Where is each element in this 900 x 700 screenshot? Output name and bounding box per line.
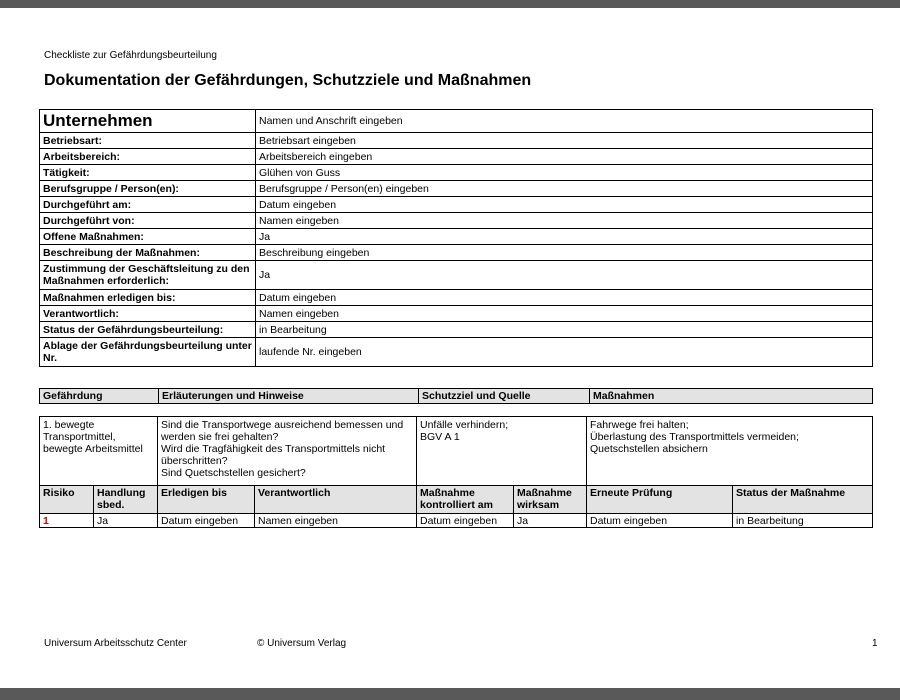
header-effective: Maßnahme wirksam: [513, 485, 587, 514]
info-label: Zustimmung der Geschäftsleitung zu den M…: [39, 260, 256, 290]
info-value[interactable]: Namen eingeben: [255, 305, 873, 322]
company-row: Unternehmen Namen und Anschrift eingeben: [39, 109, 873, 133]
info-row: Betriebsart: Betriebsart eingeben: [39, 132, 873, 149]
section-header-row: Gefährdung Erläuterungen und Hinweise Sc…: [39, 388, 873, 404]
info-value[interactable]: Datum eingeben: [255, 196, 873, 213]
info-row: Verantwortlich: Namen eingeben: [39, 305, 873, 322]
info-value[interactable]: Glühen von Guss: [255, 164, 873, 181]
hazard-name: 1. bewegte Transportmittel, bewegte Arbe…: [39, 416, 158, 486]
info-label: Arbeitsbereich:: [39, 148, 256, 165]
document-header: Checkliste zur Gefährdungsbeurteilung: [44, 50, 217, 61]
header-goal: Schutzziel und Quelle: [418, 388, 590, 404]
risk-value[interactable]: 1: [39, 513, 94, 528]
footer-left: Universum Arbeitsschutz Center: [44, 638, 187, 649]
header-measures: Maßnahmen: [589, 388, 873, 404]
info-value[interactable]: Betriebsart eingeben: [255, 132, 873, 149]
info-label: Offene Maßnahmen:: [39, 228, 256, 245]
header-action-needed: Handlung sbed.: [93, 485, 158, 514]
company-value[interactable]: Namen und Anschrift eingeben: [255, 109, 873, 133]
header-due-date: Erledigen bis: [157, 485, 255, 514]
section-header-table: Gefährdung Erläuterungen und Hinweise Sc…: [39, 388, 873, 404]
header-notes: Erläuterungen und Hinweise: [158, 388, 419, 404]
responsible-value[interactable]: Namen eingeben: [254, 513, 417, 528]
info-value[interactable]: Namen eingeben: [255, 212, 873, 229]
info-row: Offene Maßnahmen: Ja: [39, 228, 873, 245]
info-row: Status der Gefährdungsbeurteilung: in Be…: [39, 321, 873, 338]
info-value[interactable]: Arbeitsbereich eingeben: [255, 148, 873, 165]
info-value[interactable]: laufende Nr. eingeben: [255, 337, 873, 367]
window-top-bar: [0, 0, 900, 8]
checked-on-value[interactable]: Datum eingeben: [416, 513, 514, 528]
header-responsible: Verantwortlich: [254, 485, 417, 514]
info-row: Ablage der Gefährdungsbeurteilung unter …: [39, 337, 873, 367]
company-info-table: Unternehmen Namen und Anschrift eingeben…: [39, 109, 873, 367]
action-needed-value[interactable]: Ja: [93, 513, 158, 528]
hazard-row: 1. bewegte Transportmittel, bewegte Arbe…: [39, 416, 873, 486]
info-value[interactable]: in Bearbeitung: [255, 321, 873, 338]
info-label: Betriebsart:: [39, 132, 256, 149]
info-row: Berufsgruppe / Person(en): Berufsgruppe …: [39, 180, 873, 197]
info-value[interactable]: Beschreibung eingeben: [255, 244, 873, 261]
info-label: Maßnahmen erledigen bis:: [39, 289, 256, 306]
info-label: Tätigkeit:: [39, 164, 256, 181]
measure-status-value[interactable]: in Bearbeitung: [732, 513, 873, 528]
hazard-notes: Sind die Transportwege ausreichend bemes…: [157, 416, 417, 486]
info-row: Durchgeführt am: Datum eingeben: [39, 196, 873, 213]
company-label: Unternehmen: [39, 109, 256, 133]
info-label: Verantwortlich:: [39, 305, 256, 322]
header-checked-on: Maßnahme kontrolliert am: [416, 485, 514, 514]
effective-value[interactable]: Ja: [513, 513, 587, 528]
info-value[interactable]: Berufsgruppe / Person(en) eingeben: [255, 180, 873, 197]
page-number: 1: [872, 638, 878, 649]
info-label: Durchgeführt von:: [39, 212, 256, 229]
info-value[interactable]: Datum eingeben: [255, 289, 873, 306]
header-hazard: Gefährdung: [39, 388, 159, 404]
info-row: Durchgeführt von: Namen eingeben: [39, 212, 873, 229]
document-title: Dokumentation der Gefährdungen, Schutzzi…: [44, 72, 532, 89]
footer-center: © Universum Verlag: [257, 638, 347, 649]
info-label: Ablage der Gefährdungsbeurteilung unter …: [39, 337, 256, 367]
measure-value-row: 1 Ja Datum eingeben Namen eingeben Datum…: [39, 513, 873, 528]
recheck-value[interactable]: Datum eingeben: [586, 513, 733, 528]
info-row: Tätigkeit: Glühen von Guss: [39, 164, 873, 181]
info-label: Status der Gefährdungsbeurteilung:: [39, 321, 256, 338]
header-recheck: Erneute Prüfung: [586, 485, 733, 514]
info-label: Berufsgruppe / Person(en):: [39, 180, 256, 197]
info-row: Maßnahmen erledigen bis: Datum eingeben: [39, 289, 873, 306]
hazard-table: 1. bewegte Transportmittel, bewegte Arbe…: [39, 416, 873, 528]
info-value[interactable]: Ja: [255, 228, 873, 245]
info-row: Beschreibung der Maßnahmen: Beschreibung…: [39, 244, 873, 261]
due-date-value[interactable]: Datum eingeben: [157, 513, 255, 528]
info-value[interactable]: Ja: [255, 260, 873, 290]
window-bottom-bar: [0, 688, 900, 700]
header-measure-status: Status der Maßnahme: [732, 485, 873, 514]
measure-header-row: Risiko Handlung sbed. Erledigen bis Vera…: [39, 485, 873, 514]
info-label: Beschreibung der Maßnahmen:: [39, 244, 256, 261]
info-row: Arbeitsbereich: Arbeitsbereich eingeben: [39, 148, 873, 165]
hazard-goal: Unfälle verhindern; BGV A 1: [416, 416, 587, 486]
hazard-measures: Fahrwege frei halten; Überlastung des Tr…: [586, 416, 873, 486]
header-risk: Risiko: [39, 485, 94, 514]
info-label: Durchgeführt am:: [39, 196, 256, 213]
info-row: Zustimmung der Geschäftsleitung zu den M…: [39, 260, 873, 290]
